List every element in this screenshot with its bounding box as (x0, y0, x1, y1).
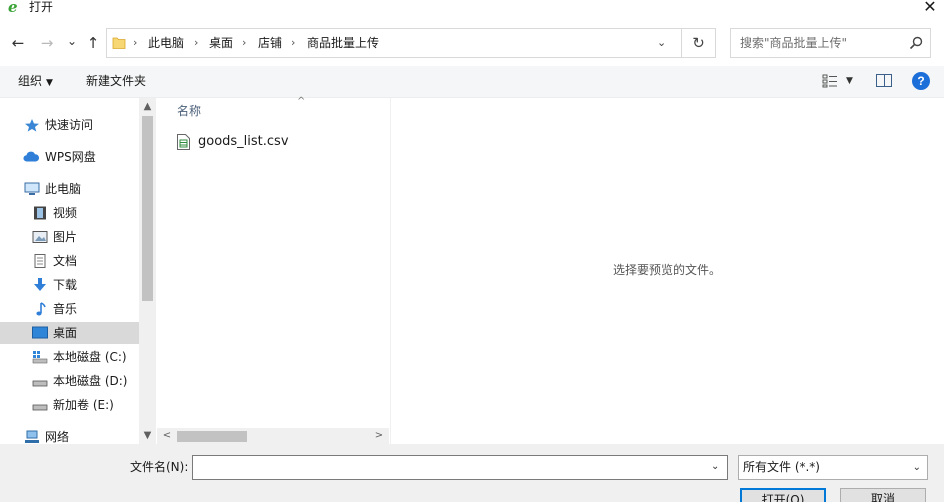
breadcrumb-this-pc[interactable]: 此电脑 (148, 35, 184, 51)
cloud-icon (23, 151, 39, 162)
sidebar-item-drive-c[interactable]: 本地磁盘 (C:) (0, 346, 139, 368)
desktop-icon (32, 326, 48, 339)
sidebar-item-pictures[interactable]: 图片 (0, 226, 139, 248)
sidebar-scrollbar[interactable]: ▲ ▼ (139, 98, 156, 444)
sidebar-item-quick-access[interactable]: 快速访问 (0, 114, 139, 136)
search-input[interactable]: 搜索"商品批量上传" (740, 36, 847, 51)
new-folder-button[interactable]: 新建文件夹 (86, 74, 146, 89)
breadcrumb-separator: › (242, 36, 247, 49)
filename-label: 文件名(N): (130, 460, 189, 474)
csv-file-icon (177, 134, 190, 150)
sidebar-item-this-pc[interactable]: 此电脑 (0, 178, 139, 200)
view-dropdown-button[interactable]: ▼ (846, 74, 853, 89)
list-item[interactable]: goods_list.csv (177, 132, 377, 152)
computer-icon (24, 182, 40, 195)
preview-message: 选择要预览的文件。 (613, 263, 722, 277)
open-button[interactable]: 打开(O) (740, 488, 826, 502)
sidebar-item-label: 下载 (53, 278, 78, 292)
organize-label: 组织 (18, 74, 43, 88)
sidebar-item-label: 音乐 (53, 302, 78, 316)
cancel-button[interactable]: 取消 (840, 488, 926, 502)
video-icon (34, 206, 46, 220)
sidebar-item-downloads[interactable]: 下载 (0, 274, 139, 296)
file-type-select[interactable]: 所有文件 (*.*) ⌄ (738, 455, 928, 480)
drive-icon (32, 404, 48, 411)
filename-input[interactable] (192, 455, 728, 480)
sidebar-item-label: 桌面 (53, 326, 78, 340)
scrollbar-thumb[interactable] (142, 116, 153, 301)
breadcrumb-batch-upload[interactable]: 商品批量上传 (307, 35, 379, 51)
address-dropdown-button[interactable]: ⌄ (657, 35, 666, 51)
sidebar-item-label: 快速访问 (45, 118, 94, 132)
sidebar-item-label: 新加卷 (E:) (53, 398, 114, 412)
filename-dropdown-button[interactable]: ⌄ (711, 459, 719, 475)
chevron-down-icon: ⌄ (912, 462, 921, 473)
title-bar: e 打开 ✕ (0, 0, 944, 18)
chevron-down-icon: ▼ (46, 78, 53, 88)
star-icon (25, 119, 39, 132)
file-name: goods_list.csv (198, 134, 289, 149)
file-list-scrollbar[interactable]: < > (157, 428, 389, 444)
command-bar: 组织 ▼ 新建文件夹 ▼ ? (0, 66, 944, 98)
file-type-value: 所有文件 (*.*) (743, 460, 820, 474)
view-options-icon[interactable] (822, 74, 838, 88)
forward-button[interactable]: → (38, 32, 56, 54)
search-icon[interactable] (908, 35, 924, 51)
music-icon (36, 302, 46, 316)
sidebar-item-drive-d[interactable]: 本地磁盘 (D:) (0, 370, 139, 392)
file-list: 名称 ^ goods_list.csv < > (157, 96, 389, 444)
up-button[interactable]: ↑ (84, 32, 102, 54)
breadcrumb-separator: › (291, 36, 296, 49)
scroll-left-arrow[interactable]: < (159, 428, 175, 444)
picture-icon (32, 231, 48, 243)
sidebar-item-label: 此电脑 (45, 182, 82, 196)
address-bar[interactable]: › 此电脑 › 桌面 › 店铺 › 商品批量上传 ⌄ (106, 28, 682, 58)
e-browser-icon: e (8, 0, 18, 16)
sidebar-item-videos[interactable]: 视频 (0, 202, 139, 224)
scrollbar-thumb[interactable] (177, 431, 247, 442)
sidebar-item-label: 本地磁盘 (C:) (53, 350, 127, 364)
preview-pane-icon[interactable] (876, 74, 892, 87)
window-title: 打开 (29, 0, 54, 14)
close-button[interactable]: ✕ (922, 0, 938, 16)
bottom-bar: 文件名(N): ⌄ 所有文件 (*.*) ⌄ 打开(O) 取消 (0, 444, 944, 502)
breadcrumb-shop[interactable]: 店铺 (258, 35, 282, 51)
sidebar-item-documents[interactable]: 文档 (0, 250, 139, 272)
folder-icon (112, 37, 126, 49)
sort-arrow-icon: ^ (297, 96, 306, 107)
drive-icon (32, 380, 48, 387)
scroll-right-arrow[interactable]: > (371, 428, 387, 444)
preview-pane: 选择要预览的文件。 (390, 98, 944, 444)
scroll-down-arrow[interactable]: ▼ (139, 428, 156, 444)
refresh-button[interactable]: ↻ (682, 28, 716, 58)
navigation-pane: 快速访问 WPS网盘 此电脑 视频 图片 文档 下载 音乐 桌面 本地磁盘 (C… (0, 98, 156, 444)
document-icon (34, 254, 46, 268)
download-icon (34, 278, 46, 291)
sidebar-item-label: 本地磁盘 (D:) (53, 374, 128, 388)
scroll-up-arrow[interactable]: ▲ (139, 99, 156, 115)
sidebar-item-label: 文档 (53, 254, 78, 268)
breadcrumb-separator: › (194, 36, 199, 49)
sidebar-item-music[interactable]: 音乐 (0, 298, 139, 320)
help-icon[interactable]: ? (912, 72, 930, 90)
recent-locations-button[interactable]: ⌄ (63, 30, 81, 52)
sidebar-item-label: WPS网盘 (45, 150, 96, 164)
back-button[interactable]: ← (9, 32, 27, 54)
drive-c-icon (32, 351, 48, 364)
breadcrumb-separator: › (133, 36, 138, 49)
column-header-name[interactable]: 名称 (177, 104, 201, 119)
sidebar-item-label: 视频 (53, 206, 78, 220)
navigation-row: ← → ⌄ ↑ › 此电脑 › 桌面 › 店铺 › 商品批量上传 ⌄ ↻ 搜索"… (0, 28, 944, 60)
sidebar-item-wps-drive[interactable]: WPS网盘 (0, 146, 139, 168)
sidebar-item-desktop[interactable]: 桌面 (0, 322, 139, 344)
breadcrumb-desktop[interactable]: 桌面 (209, 35, 233, 51)
network-icon (25, 430, 39, 443)
search-box[interactable]: 搜索"商品批量上传" (730, 28, 931, 58)
sidebar-item-drive-e[interactable]: 新加卷 (E:) (0, 394, 139, 416)
organize-button[interactable]: 组织 ▼ (18, 74, 53, 91)
sidebar-item-label: 图片 (53, 230, 78, 244)
